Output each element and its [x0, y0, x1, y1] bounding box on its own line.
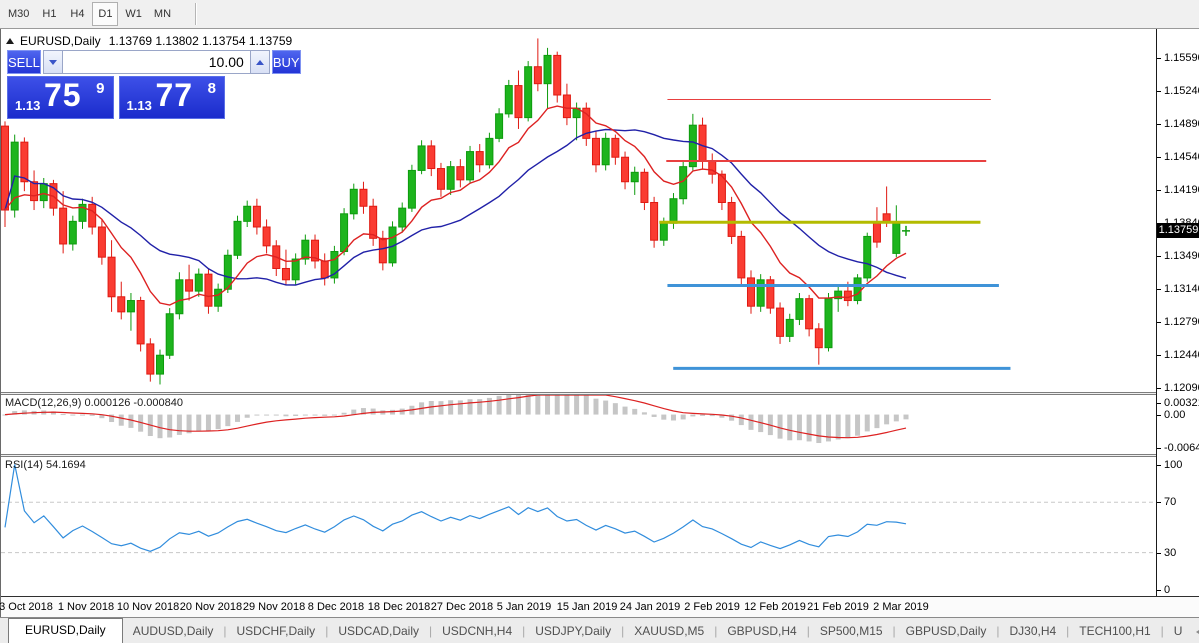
date-tick: 29 Nov 2018 — [242, 601, 306, 613]
date-tick: 10 Nov 2018 — [116, 601, 180, 613]
macd-tick: 0.003216 — [1157, 397, 1199, 409]
sell-price-prefix: 1.13 — [15, 98, 41, 113]
buy-price-big: 77 — [155, 77, 194, 113]
chart-tabs-bar: EURUSD,Daily AUDUSD,Daily | USDCHF,Daily | US… — [0, 617, 1199, 643]
mt4-workspace: M30 H1 H4 D1 W1 MN EURUSD,Daily 1.13769 1.138… — [0, 0, 1199, 643]
buy-button[interactable]: BUY — [271, 50, 301, 74]
date-tick: 5 Jan 2019 — [496, 601, 552, 613]
chart-tab-dj30[interactable]: DJ30,H4 — [999, 620, 1066, 643]
timeframe-toolbar: M30 H1 H4 D1 W1 MN — [0, 0, 1199, 29]
sell-price-big: 75 — [44, 77, 82, 113]
price-tick: 1.13140 — [1157, 283, 1199, 295]
chart-header: EURUSD,Daily 1.13769 1.13802 1.13754 1.1… — [6, 34, 292, 48]
sell-price-panel[interactable]: 1.13 75 9 — [7, 76, 114, 119]
date-tick: 12 Feb 2019 — [744, 601, 806, 613]
date-tick: 2 Mar 2019 — [873, 601, 929, 613]
price-tick: 1.13490 — [1157, 250, 1199, 262]
rsi-chart[interactable] — [1, 457, 1156, 596]
toolbar-separator — [195, 3, 197, 25]
chart-tab-xauusd[interactable]: XAUUSD,M5 — [624, 620, 714, 643]
current-price-badge: 1.13759 — [1157, 223, 1199, 239]
chevron-down-icon — [48, 59, 57, 65]
chart-tab-usdcnh[interactable]: USDCNH,H4 — [432, 620, 522, 643]
date-tick: 20 Nov 2018 — [179, 601, 243, 613]
timeframe-button-m30[interactable]: M30 — [3, 2, 34, 26]
price-tick: 1.12440 — [1157, 349, 1199, 361]
macd-tick: -0.006485 — [1157, 442, 1199, 454]
collapse-arrow-icon[interactable] — [6, 38, 14, 44]
timeframe-button-mn[interactable]: MN — [149, 2, 176, 26]
chevron-up-icon — [255, 59, 264, 65]
tab-scroll-arrows — [1192, 628, 1199, 643]
rsi-tick: 70 — [1157, 496, 1199, 508]
chart-tab-u[interactable]: U — [1164, 620, 1193, 643]
date-tick: 15 Jan 2019 — [556, 601, 618, 613]
ma-slow-line — [4, 128, 907, 286]
ohlc-values: 1.13769 1.13802 1.13754 1.13759 — [108, 34, 293, 48]
price-tick: 1.14540 — [1157, 151, 1199, 163]
date-tick: 18 Dec 2018 — [367, 601, 431, 613]
rsi-tick: 100 — [1157, 459, 1199, 471]
chart-tab-tech100[interactable]: TECH100,H1 — [1069, 620, 1160, 643]
rsi-label: RSI(14) 54.1694 — [5, 459, 86, 471]
macd-panel[interactable]: MACD(12,26,9) 0.000126 -0.000840 — [1, 395, 1156, 454]
symbol-title: EURUSD,Daily — [20, 34, 101, 48]
date-tick: 1 Nov 2018 — [57, 601, 115, 613]
date-tick: 2 Feb 2019 — [684, 601, 740, 613]
chart-tab-gbpusd[interactable]: GBPUSD,Daily — [896, 620, 997, 643]
chart-tab-gbpusd[interactable]: GBPUSD,H4 — [717, 620, 806, 643]
chart-tab-audusd[interactable]: AUDUSD,Daily — [123, 620, 224, 643]
buy-price-panel[interactable]: 1.13 77 8 — [118, 76, 225, 119]
rsi-tick: 0 — [1157, 584, 1199, 596]
timeframe-button-h4[interactable]: H4 — [64, 2, 90, 26]
volume-input[interactable] — [62, 50, 250, 74]
chart-tab-usdcad[interactable]: USDCAD,Daily — [328, 620, 429, 643]
chart-window: EURUSD,Daily 1.13769 1.13802 1.13754 1.1… — [0, 29, 1199, 617]
buy-price-prefix: 1.13 — [126, 98, 152, 113]
volume-decrease-button[interactable] — [42, 50, 63, 74]
date-tick: 21 Feb 2019 — [807, 601, 869, 613]
chart-tab-eurusd[interactable]: EURUSD,Daily — [8, 618, 123, 643]
timeframe-button-d1[interactable]: D1 — [92, 2, 119, 26]
price-tick: 1.15240 — [1157, 85, 1199, 97]
one-click-trade-widget: SELL BUY 1.13 75 9 1.13 — [7, 50, 301, 119]
macd-tick: 0.00 — [1157, 409, 1199, 421]
date-axis: 23 Oct 2018 1 Nov 201810 Nov 201820 Nov 2… — [0, 596, 1199, 617]
horizontal-trend-lines[interactable] — [659, 99, 1011, 370]
chart-tab-usdjpy[interactable]: USDJPY,Daily — [525, 620, 621, 643]
date-tick: 23 Oct 2018 — [0, 601, 53, 613]
volume-increase-button[interactable] — [249, 50, 270, 74]
chart-tab-usdchf[interactable]: USDCHF,Daily — [227, 620, 326, 643]
timeframe-button-h1[interactable]: H1 — [36, 2, 62, 26]
ma-fast-line — [4, 105, 907, 306]
price-tick: 1.14890 — [1157, 118, 1199, 130]
sell-button[interactable]: SELL — [7, 50, 41, 74]
price-tick: 1.14190 — [1157, 184, 1199, 196]
price-tick: 1.12090 — [1157, 382, 1199, 394]
price-axis: 1.155901.152401.148901.145401.141901.138… — [1156, 29, 1199, 596]
timeframe-button-w1[interactable]: W1 — [120, 2, 147, 26]
price-tick: 1.12790 — [1157, 316, 1199, 328]
rsi-panel[interactable]: RSI(14) 54.1694 — [1, 457, 1156, 596]
macd-label: MACD(12,26,9) 0.000126 -0.000840 — [5, 397, 183, 409]
price-tick: 1.15590 — [1157, 52, 1199, 64]
date-tick: 8 Dec 2018 — [307, 601, 365, 613]
date-tick: 27 Dec 2018 — [430, 601, 494, 613]
date-tick: 24 Jan 2019 — [619, 601, 681, 613]
sell-price-pip: 9 — [96, 80, 105, 97]
rsi-line — [4, 464, 907, 552]
volume-spinner — [42, 50, 270, 74]
price-chart-panel[interactable]: EURUSD,Daily 1.13769 1.13802 1.13754 1.1… — [1, 29, 1156, 392]
rsi-tick: 30 — [1157, 547, 1199, 559]
chart-tab-sp500[interactable]: SP500,M15 — [810, 620, 893, 643]
buy-price-pip: 8 — [207, 80, 216, 97]
